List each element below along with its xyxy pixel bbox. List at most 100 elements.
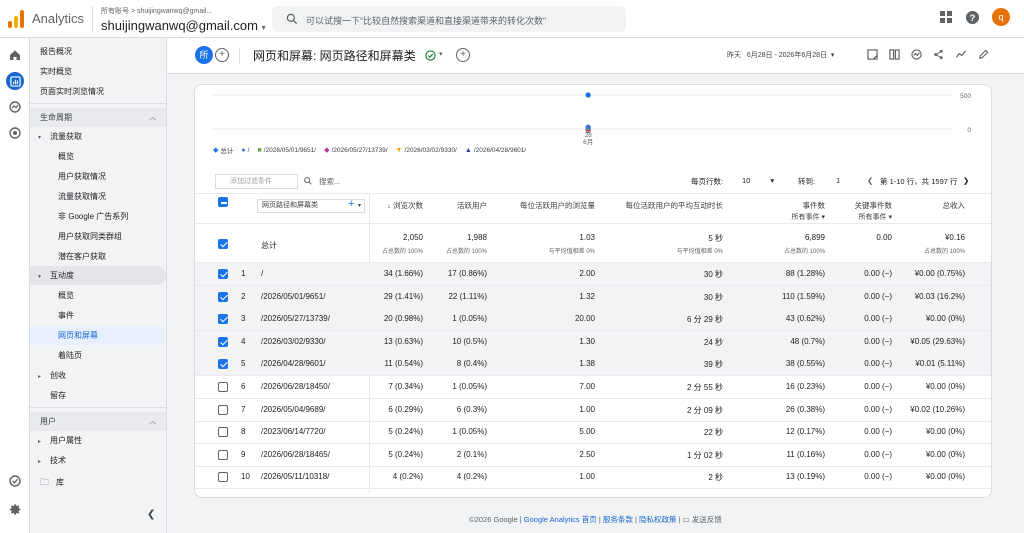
legend-item[interactable]: ▼/2026/03/02/9330/	[396, 147, 457, 154]
reports-icon[interactable]	[6, 72, 24, 90]
nav-section-header[interactable]: 生命周期 ︿	[30, 108, 166, 127]
advertising-icon[interactable]	[6, 124, 24, 142]
row-checkbox[interactable]	[218, 359, 228, 370]
nav-item[interactable]: 用户获取同类群组	[30, 227, 166, 246]
help-icon[interactable]: ?	[965, 10, 980, 25]
page-path: /	[261, 269, 264, 278]
metric-cell: 22 (1.11%)	[448, 291, 487, 301]
table-row[interactable]: 4/2026/03/02/9330/13 (0.63%) 10 (0.5%) 1.3…	[195, 330, 991, 354]
table-row[interactable]: 6/2026/06/28/18450/7 (0.34%) 1 (0.05%) 7.0…	[195, 376, 991, 399]
settings-gear-icon[interactable]	[6, 500, 24, 518]
nav-item[interactable]: 着陆页	[30, 346, 166, 365]
legend-item[interactable]: ◆ 总计	[213, 145, 233, 155]
event-filter-select[interactable]: 所有事件 ▾	[792, 212, 825, 222]
share-icon[interactable]	[933, 49, 944, 60]
column-header[interactable]: 事件数	[803, 200, 826, 211]
analytics-logo-icon[interactable]	[8, 10, 26, 28]
edit-pencil-icon[interactable]	[978, 49, 989, 60]
nav-item[interactable]: 非 Google 广告系列	[30, 207, 166, 226]
date-range-picker[interactable]: 昨天 6月28日 - 2026年6月28日 ▾	[727, 50, 834, 60]
filter-input[interactable]: 添加过滤条件	[215, 174, 298, 189]
privacy-link[interactable]: 隐私权政策	[639, 515, 677, 524]
row-checkbox[interactable]	[218, 472, 228, 483]
column-header[interactable]: 关键事件数	[855, 200, 893, 211]
explore-icon[interactable]	[6, 98, 24, 116]
event-filter-select[interactable]: 所有事件 ▾	[859, 212, 892, 222]
nav-item[interactable]: 概览	[30, 286, 166, 305]
nav-item[interactable]: 潜在客户获取	[30, 247, 166, 266]
collapse-nav-icon[interactable]: ❮	[147, 509, 155, 520]
nav-item-selected[interactable]: 网页和屏幕	[30, 326, 166, 345]
table-row[interactable]: 7/2026/05/04/9689/6 (0.29%) 6 (0.3%) 1.00 2…	[195, 399, 991, 422]
check-circle-icon[interactable]	[6, 472, 24, 490]
data-point[interactable]	[585, 92, 591, 98]
nav-item[interactable]: 用户获取情况	[30, 167, 166, 186]
home-icon[interactable]	[6, 46, 24, 64]
ga-home-link[interactable]: Google Analytics 首页	[524, 515, 597, 524]
nav-group[interactable]: ▸ 技术	[30, 451, 166, 470]
nav-item[interactable]: 事件	[30, 306, 166, 325]
feedback-link[interactable]: 发送反馈	[692, 515, 722, 524]
apps-grid-icon[interactable]	[939, 10, 953, 24]
search-bar[interactable]: 可以试搜一下“比较自然搜索渠道和直接渠道带来的转化次数”	[272, 6, 626, 32]
row-checkbox[interactable]	[218, 336, 228, 347]
nav-item[interactable]: 报告概况	[30, 42, 166, 61]
row-checkbox[interactable]	[218, 291, 228, 302]
table-row[interactable]: 8/2023/06/14/7720/5 (0.24%) 1 (0.05%) 5.00…	[195, 421, 991, 445]
select-all-checkbox[interactable]	[218, 197, 228, 207]
table-row[interactable]: 2/2026/05/01/9651/29 (1.41%) 22 (1.11%) 1.…	[195, 285, 991, 309]
nav-section-header[interactable]: 用户 ︿	[30, 412, 166, 431]
add-dimension-button[interactable]: +	[348, 198, 354, 210]
nav-group[interactable]: ▸ 创收	[30, 366, 166, 385]
nav-group[interactable]: 留存	[30, 386, 166, 405]
check-circle-icon[interactable]	[425, 50, 436, 61]
table-row[interactable]: 5/2026/04/28/9601/11 (0.54%) 8 (0.4%) 1.38…	[195, 353, 991, 377]
comparison-badge[interactable]: 所	[195, 46, 213, 64]
table-search-input[interactable]: 搜索...	[319, 176, 340, 187]
column-header[interactable]: 每位活跃用户的平均互动时长	[626, 200, 724, 211]
goto-input[interactable]: 1	[836, 176, 840, 185]
total-checkbox[interactable]	[218, 239, 228, 249]
nav-group[interactable]: ▸ 用户属性	[30, 431, 166, 450]
table-row[interactable]: 1 / 34 (1.66%) 17 (0.86%) 2.00 30 秒 88 (1.28%)…	[195, 263, 991, 286]
data-point[interactable]	[585, 124, 591, 130]
account-selector[interactable]: 所有账号 > shuijingwanwq@gmail... shuijingwa…	[92, 6, 266, 33]
column-header[interactable]: 总收入	[943, 200, 966, 211]
row-checkbox[interactable]	[218, 269, 228, 279]
legend-item[interactable]: ● /	[241, 147, 249, 154]
avatar[interactable]: q	[992, 8, 1010, 26]
table-row[interactable]: 10/2026/05/11/10318/4 (0.2%) 4 (0.2%) 1.00…	[195, 466, 991, 490]
nav-library[interactable]: 🗀 库	[30, 473, 166, 492]
column-header[interactable]: ↓ 浏览次数	[387, 200, 423, 211]
row-checkbox[interactable]	[218, 404, 228, 415]
legend-item[interactable]: ◆/2026/05/27/13739/	[324, 146, 387, 155]
trend-insights-icon[interactable]	[955, 49, 967, 60]
table-row[interactable]: 3/2026/05/27/13739/20 (0.98%) 1 (0.05%) 20…	[195, 308, 991, 332]
nav-group[interactable]: ▾ 互动度	[30, 266, 166, 285]
compare-columns-icon[interactable]	[889, 49, 900, 60]
nav-item[interactable]: 实时概览	[30, 62, 166, 81]
feedback-icon[interactable]: ▭	[683, 515, 690, 524]
add-card-button[interactable]: +	[456, 48, 470, 62]
terms-link[interactable]: 服务条款	[603, 515, 633, 524]
table-row[interactable]: 9/2026/06/28/18465/5 (0.24%) 2 (0.1%) 2.50…	[195, 444, 991, 467]
nav-group[interactable]: ▾ 流量获取	[30, 127, 166, 146]
row-checkbox[interactable]	[218, 314, 228, 325]
column-header[interactable]: 每位活跃用户的浏览量	[520, 200, 595, 211]
chevron-down-icon[interactable]: ▾	[439, 50, 443, 58]
customize-report-icon[interactable]	[867, 49, 878, 60]
row-checkbox[interactable]	[218, 382, 228, 392]
add-comparison-button[interactable]: +	[215, 48, 229, 62]
legend-item[interactable]: ■/2026/05/01/9651/	[257, 147, 316, 154]
nav-item[interactable]: 概览	[30, 147, 166, 166]
nav-item[interactable]: 页面实时浏览情况	[30, 82, 166, 101]
insights-icon[interactable]	[911, 49, 922, 60]
legend-item[interactable]: ▲/2026/04/28/9601/	[465, 147, 526, 154]
row-checkbox[interactable]	[218, 449, 228, 460]
row-checkbox[interactable]	[218, 427, 228, 438]
next-page-icon[interactable]: ❯	[963, 176, 969, 185]
prev-page-icon[interactable]: ❮	[867, 176, 873, 185]
rows-per-page-select[interactable]: 10 ▾	[742, 176, 774, 185]
nav-item[interactable]: 流量获取情况	[30, 187, 166, 206]
column-header[interactable]: 活跃用户	[457, 200, 487, 211]
